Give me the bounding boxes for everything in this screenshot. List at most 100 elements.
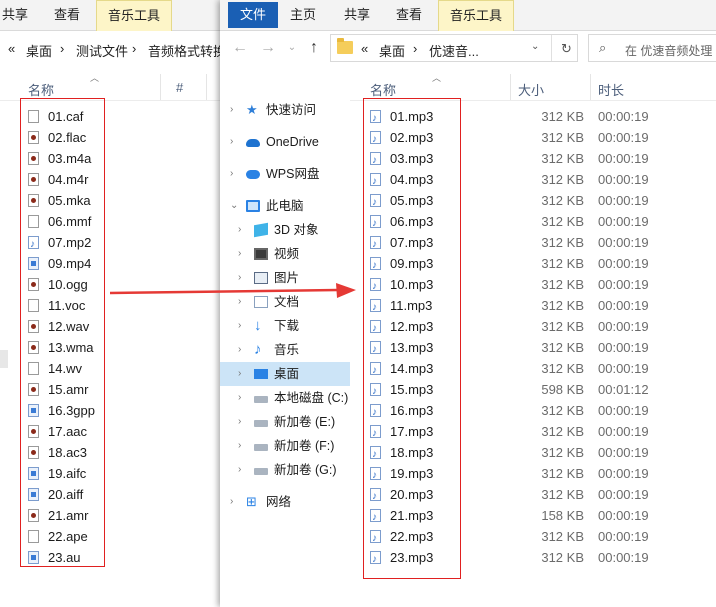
nav-item[interactable]: › ↓ 下载	[220, 314, 350, 338]
breadcrumb-test-files[interactable]: 测试文件	[76, 41, 128, 60]
file-item[interactable]: 09.mp4	[28, 253, 108, 274]
breadcrumb-audio-convert[interactable]: 音频格式转换	[148, 41, 226, 60]
tab-view[interactable]: 查看	[392, 0, 426, 30]
nav-item[interactable]: › ★ 快速访问	[220, 98, 350, 122]
chevron-right-icon[interactable]: ›	[238, 362, 241, 386]
file-item[interactable]: 18.ac3	[28, 442, 108, 463]
address-bar[interactable]: « 桌面 › 测试文件 › 音频格式转换	[0, 36, 226, 62]
address-bar[interactable]: « 桌面 › 优速音... ⌄ ↻	[330, 34, 578, 62]
column-name[interactable]: 名称	[28, 80, 54, 99]
file-item[interactable]: 20.aiff	[28, 484, 108, 505]
file-row[interactable]: 23.mp3 312 KB 00:00:19	[370, 547, 716, 570]
file-row[interactable]: 19.mp3 312 KB 00:00:19	[370, 463, 716, 486]
file-item[interactable]: 07.mp2	[28, 232, 108, 255]
chevron-right-icon[interactable]: ›	[230, 490, 233, 514]
file-row[interactable]: 16.mp3 312 KB 00:00:19	[370, 400, 716, 423]
nav-item[interactable]: › 桌面	[220, 362, 350, 386]
file-item[interactable]: 12.wav	[28, 316, 108, 337]
chevron-down-icon[interactable]: ⌄	[230, 194, 238, 218]
file-row[interactable]: 07.mp3 312 KB 00:00:19	[370, 232, 716, 255]
file-row[interactable]: 05.mp3 312 KB 00:00:19	[370, 190, 716, 213]
refresh-icon[interactable]: ↻	[561, 41, 572, 57]
tab-music-tools[interactable]: 音乐工具	[96, 0, 172, 31]
column-divider[interactable]	[206, 74, 207, 100]
file-item[interactable]: 21.amr	[28, 505, 108, 526]
file-row[interactable]: 09.mp3 312 KB 00:00:19	[370, 253, 716, 276]
chevron-right-icon[interactable]: ›	[238, 386, 241, 410]
back-arrow-icon[interactable]: ←	[230, 38, 250, 58]
nav-item[interactable]: › OneDrive	[220, 130, 350, 154]
file-row[interactable]: 20.mp3 312 KB 00:00:19	[370, 484, 716, 507]
file-row[interactable]: 15.mp3 598 KB 00:01:12	[370, 379, 716, 402]
column-number[interactable]: #	[176, 80, 183, 95]
file-row[interactable]: 01.mp3 312 KB 00:00:19	[370, 106, 716, 129]
file-row[interactable]: 11.mp3 312 KB 00:00:19	[370, 295, 716, 318]
file-row[interactable]: 06.mp3 312 KB 00:00:19	[370, 211, 716, 234]
breadcrumb-overflow[interactable]: «	[8, 41, 15, 56]
file-row[interactable]: 02.mp3 312 KB 00:00:19	[370, 127, 716, 150]
chevron-right-icon[interactable]: ›	[238, 410, 241, 434]
file-item[interactable]: 05.mka	[28, 190, 108, 211]
file-item[interactable]: 14.wv	[28, 358, 108, 379]
nav-item[interactable]: › ⊞ 网络	[220, 490, 350, 514]
nav-item[interactable]: ⌄ 此电脑	[220, 194, 350, 218]
chevron-right-icon[interactable]: ›	[238, 434, 241, 458]
nav-item[interactable]: › 3D 对象	[220, 218, 350, 242]
nav-item[interactable]: › 新加卷 (E:)	[220, 410, 350, 434]
file-item[interactable]: 02.flac	[28, 127, 108, 148]
nav-item[interactable]: › 新加卷 (G:)	[220, 458, 350, 482]
file-item[interactable]: 04.m4r	[28, 169, 108, 190]
chevron-right-icon[interactable]: ›	[238, 218, 241, 242]
column-size[interactable]: 大小	[518, 80, 544, 99]
nav-item[interactable]: › WPS网盘	[220, 162, 350, 186]
file-row[interactable]: 13.mp3 312 KB 00:00:19	[370, 337, 716, 360]
file-row[interactable]: 21.mp3 158 KB 00:00:19	[370, 505, 716, 528]
file-item[interactable]: 17.aac	[28, 421, 108, 442]
column-divider[interactable]	[510, 74, 511, 100]
search-box[interactable]: ⌕ 在 优速音频处理	[588, 34, 716, 62]
breadcrumb-overflow[interactable]: «	[361, 41, 368, 56]
chevron-right-icon[interactable]: ›	[238, 338, 241, 362]
column-name[interactable]: 名称	[370, 80, 396, 99]
chevron-right-icon[interactable]: ›	[238, 458, 241, 482]
file-row[interactable]: 03.mp3 312 KB 00:00:19	[370, 148, 716, 171]
recent-locations-icon[interactable]: ⌄	[282, 38, 302, 58]
tab-music-tools[interactable]: 音乐工具	[438, 0, 514, 31]
file-item[interactable]: 06.mmf	[28, 211, 108, 232]
file-item[interactable]: 11.voc	[28, 295, 108, 316]
column-divider[interactable]	[160, 74, 161, 100]
file-item[interactable]: 01.caf	[28, 106, 108, 127]
chevron-right-icon[interactable]: ›	[230, 130, 233, 154]
file-row[interactable]: 04.mp3 312 KB 00:00:19	[370, 169, 716, 192]
forward-arrow-icon[interactable]: →	[258, 38, 278, 58]
chevron-right-icon[interactable]: ›	[230, 98, 233, 122]
file-row[interactable]: 12.mp3 312 KB 00:00:19	[370, 316, 716, 339]
chevron-right-icon[interactable]: ›	[238, 314, 241, 338]
tab-home[interactable]: 主页	[286, 0, 320, 30]
file-item[interactable]: 13.wma	[28, 337, 108, 358]
file-item[interactable]: 03.m4a	[28, 148, 108, 169]
file-item[interactable]: 16.3gpp	[28, 400, 108, 421]
file-item[interactable]: 23.au	[28, 547, 108, 568]
breadcrumb-current-folder[interactable]: 优速音...	[429, 41, 479, 60]
tab-file[interactable]: 文件	[228, 2, 278, 28]
column-duration[interactable]: 时长	[598, 80, 624, 99]
nav-item[interactable]: › 本地磁盘 (C:)	[220, 386, 350, 410]
column-divider[interactable]	[590, 74, 591, 100]
tab-share[interactable]: 共享	[340, 0, 374, 30]
file-row[interactable]: 10.mp3 312 KB 00:00:19	[370, 274, 716, 297]
chevron-right-icon[interactable]: ›	[230, 162, 233, 186]
file-item[interactable]: 15.amr	[28, 379, 108, 400]
address-dropdown-icon[interactable]: ⌄	[531, 41, 539, 52]
file-item[interactable]: 10.ogg	[28, 274, 108, 295]
breadcrumb-desktop[interactable]: 桌面	[379, 41, 405, 60]
file-row[interactable]: 18.mp3 312 KB 00:00:19	[370, 442, 716, 465]
tab-share[interactable]: 共享	[2, 0, 28, 30]
file-item[interactable]: 22.ape	[28, 526, 108, 547]
nav-item[interactable]: › 新加卷 (F:)	[220, 434, 350, 458]
file-item[interactable]: 19.aifc	[28, 463, 108, 484]
up-arrow-icon[interactable]: ↑	[304, 38, 324, 58]
nav-item[interactable]: › ♪ 音乐	[220, 338, 350, 362]
tab-view[interactable]: 查看	[54, 0, 80, 30]
nav-item[interactable]: › 视频	[220, 242, 350, 266]
